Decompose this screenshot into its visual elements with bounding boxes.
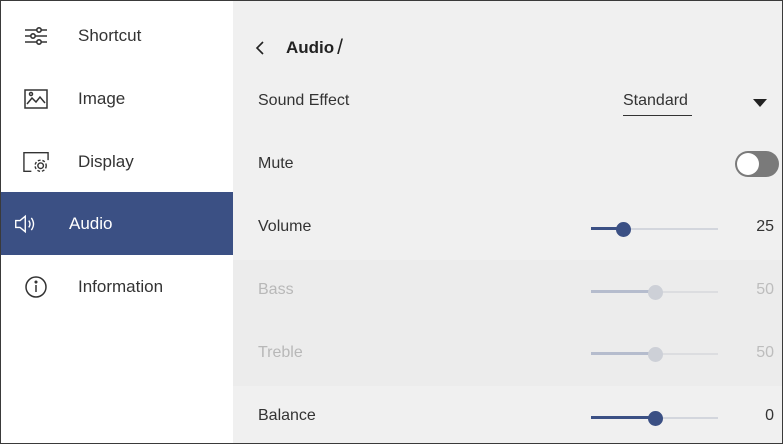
sidebar: Shortcut Image Display Audio Information <box>1 1 233 443</box>
sidebar-item-label: Audio <box>69 213 113 233</box>
volume-slider[interactable] <box>591 222 718 237</box>
breadcrumb-separator: / <box>337 36 343 59</box>
mute-toggle[interactable] <box>735 151 779 177</box>
sidebar-item-audio[interactable]: Audio <box>1 192 233 255</box>
volume-value: 25 <box>756 218 774 235</box>
sidebar-item-information[interactable]: Information <box>1 255 233 318</box>
treble-value: 50 <box>756 344 774 361</box>
slider-thumb[interactable] <box>648 347 663 362</box>
bass-slider[interactable] <box>591 285 718 300</box>
slider-fill <box>591 416 655 419</box>
settings-window: Shortcut Image Display Audio Information… <box>0 0 783 444</box>
sound-effect-value: Standard <box>623 92 688 109</box>
breadcrumb: Audio / <box>255 36 343 59</box>
sound-effect-row: Sound Effect Standard <box>233 71 782 134</box>
slider-fill <box>591 290 655 293</box>
sound-effect-select[interactable]: Standard <box>623 89 692 116</box>
sound-effect-label: Sound Effect <box>258 92 350 109</box>
mute-row: Mute <box>233 134 782 197</box>
sidebar-item-display[interactable]: Display <box>1 130 233 193</box>
speaker-icon <box>14 211 40 237</box>
bass-label: Bass <box>258 281 294 298</box>
sidebar-item-shortcut[interactable]: Shortcut <box>1 4 233 67</box>
sliders-icon <box>23 23 49 49</box>
display-settings-icon <box>23 149 49 175</box>
page-title: Audio <box>286 38 335 57</box>
balance-label: Balance <box>258 407 316 424</box>
image-icon <box>23 86 49 112</box>
info-icon <box>23 274 49 300</box>
sidebar-item-label: Information <box>78 276 164 296</box>
sidebar-item-label: Display <box>78 151 134 171</box>
volume-label: Volume <box>258 218 312 235</box>
sidebar-item-label: Shortcut <box>78 25 142 45</box>
treble-slider[interactable] <box>591 347 718 362</box>
balance-slider[interactable] <box>591 411 718 426</box>
slider-thumb[interactable] <box>648 411 663 426</box>
mute-label: Mute <box>258 155 294 172</box>
slider-fill <box>591 352 655 355</box>
sidebar-item-image[interactable]: Image <box>1 67 233 130</box>
toggle-knob <box>737 153 759 175</box>
bass-value: 50 <box>756 281 774 298</box>
back-icon[interactable] <box>255 38 269 58</box>
audio-settings-panel: Audio / Sound Effect Standard Mute Volum… <box>233 1 782 443</box>
slider-thumb[interactable] <box>616 222 631 237</box>
slider-thumb[interactable] <box>648 285 663 300</box>
treble-label: Treble <box>258 344 303 361</box>
balance-value: 0 <box>765 407 774 424</box>
chevron-down-icon[interactable] <box>753 99 767 107</box>
sidebar-item-label: Image <box>78 88 126 108</box>
